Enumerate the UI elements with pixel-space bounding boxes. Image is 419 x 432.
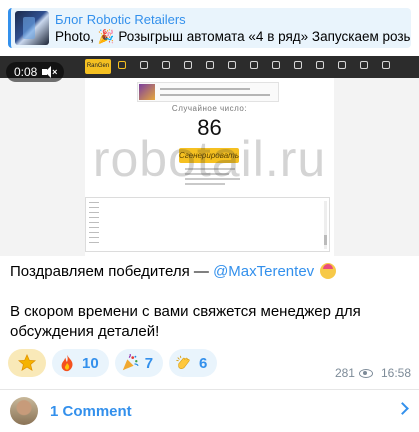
reaction-party[interactable]: 7	[114, 349, 164, 377]
message-meta: 281 16:58	[335, 366, 411, 380]
comments-row[interactable]: 1 Comment	[0, 390, 419, 432]
message-time: 16:58	[380, 366, 411, 380]
star-icon	[18, 354, 36, 371]
eye-icon	[358, 368, 373, 378]
video-watermark: robotail.ru	[92, 131, 327, 187]
clapping-hands-icon	[176, 355, 190, 369]
reaction-star[interactable]	[8, 349, 46, 377]
party-popper-icon	[122, 354, 139, 371]
video-duration: 0:08	[14, 65, 38, 79]
commenter-avatar	[10, 397, 38, 425]
party-face-icon	[320, 263, 337, 279]
views-count: 281	[334, 366, 355, 380]
video-duration-chip[interactable]: 0:08 ×	[6, 62, 65, 82]
congrats-text: Поздравляем победителя —	[10, 263, 214, 280]
muted-speaker-icon[interactable]: ×	[42, 66, 57, 78]
fire-icon	[61, 354, 73, 372]
reaction-clap[interactable]: 6	[169, 349, 218, 377]
reaction-clap-count: 6	[199, 354, 208, 372]
site-nav	[118, 61, 390, 69]
winner-mention[interactable]: @MaxTerentev	[213, 263, 314, 280]
promo-banner	[137, 82, 279, 102]
history-list	[85, 197, 330, 252]
random-number-label: Случайное число:	[171, 104, 248, 113]
site-logo: RanGen	[85, 59, 111, 74]
reaction-fire-count: 10	[82, 354, 99, 372]
comments-count-label: 1 Comment	[50, 402, 132, 420]
message-text: Поздравляем победителя — @MaxTerentev В …	[10, 262, 410, 342]
reply-quote[interactable]: Блог Robotic Retailers Photo, 🎉 Розыгрыш…	[8, 8, 411, 48]
reaction-fire[interactable]: 10	[52, 349, 109, 377]
reaction-party-count: 7	[144, 354, 154, 372]
reply-snippet: Photo, 🎉 Розыгрыш автомата «4 в ряд» Зап…	[55, 28, 411, 44]
reply-channel-title: Блог Robotic Retailers	[55, 11, 186, 27]
manager-contact-text: В скором времени с вами свяжется менедже…	[10, 303, 361, 340]
reply-thumbnail	[15, 11, 49, 45]
chevron-right-icon	[396, 402, 409, 415]
video-player[interactable]: RanGen Случайное число: 86 Сгенерировать…	[0, 56, 419, 256]
reactions-bar: 10 7 6	[8, 349, 218, 377]
